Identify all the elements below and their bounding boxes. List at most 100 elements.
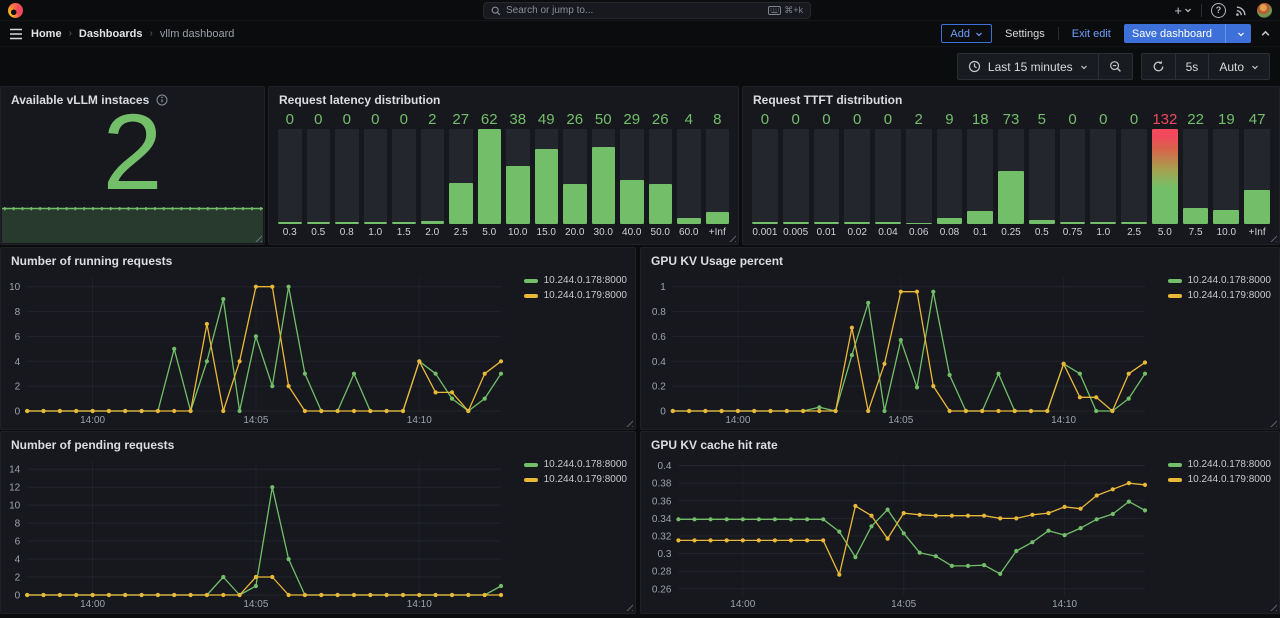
search-bar[interactable]: ⌘+k bbox=[483, 2, 811, 19]
search-input[interactable] bbox=[506, 5, 763, 16]
bar-column[interactable]: 227.5 bbox=[1183, 110, 1209, 239]
line-chart-svg[interactable]: 0246810121414:0014:0514:10 bbox=[5, 454, 507, 610]
bar-column[interactable]: 01.0 bbox=[1090, 110, 1116, 239]
panel-resize-handle[interactable] bbox=[1268, 418, 1277, 427]
bar-value-label: 0 bbox=[307, 110, 331, 129]
legend-item[interactable]: 10.244.0.179:8000 bbox=[1168, 474, 1271, 485]
bar-column[interactable]: 02.5 bbox=[1121, 110, 1147, 239]
panel-title[interactable]: Request latency distribution bbox=[269, 87, 738, 109]
line-chart-svg[interactable]: 0.260.280.30.320.340.360.380.414:0014:05… bbox=[645, 454, 1151, 610]
user-avatar[interactable] bbox=[1257, 3, 1272, 18]
breadcrumb-home[interactable]: Home bbox=[31, 28, 62, 40]
bar-column[interactable]: 00.04 bbox=[875, 110, 901, 239]
grafana-logo-icon[interactable] bbox=[8, 3, 23, 18]
settings-button[interactable]: Settings bbox=[1001, 24, 1049, 43]
bar-column[interactable]: 2650.0 bbox=[649, 110, 673, 239]
legend-item[interactable]: 10.244.0.179:8000 bbox=[524, 290, 627, 301]
svg-text:0.3: 0.3 bbox=[657, 549, 671, 560]
bar-column[interactable]: 00.01 bbox=[814, 110, 840, 239]
exit-edit-button[interactable]: Exit edit bbox=[1068, 24, 1115, 43]
legend-series-label: 10.244.0.178:8000 bbox=[544, 459, 627, 470]
panel-resize-handle[interactable] bbox=[1268, 602, 1277, 611]
interval-value: 5s bbox=[1186, 60, 1199, 74]
bar-column[interactable]: 00.5 bbox=[307, 110, 331, 239]
legend-item[interactable]: 10.244.0.178:8000 bbox=[1168, 275, 1271, 286]
refresh-interval-label[interactable]: 5s bbox=[1175, 54, 1209, 79]
collapse-toolbar-chevron-up-icon[interactable] bbox=[1260, 28, 1271, 39]
bar-column[interactable]: 5030.0 bbox=[592, 110, 616, 239]
legend-series-color-icon bbox=[1168, 463, 1182, 467]
bar-column[interactable]: 180.1 bbox=[967, 110, 993, 239]
bar-track bbox=[677, 129, 701, 224]
bar-column[interactable]: 00.8 bbox=[335, 110, 359, 239]
refresh-button[interactable] bbox=[1142, 54, 1175, 79]
legend-item[interactable]: 10.244.0.178:8000 bbox=[524, 275, 627, 286]
cache-hit-rate-chart[interactable]: 0.260.280.30.320.340.360.380.414:0014:05… bbox=[645, 454, 1151, 610]
save-dashboard-button[interactable]: Save dashboard bbox=[1124, 24, 1251, 43]
bar-column[interactable]: 00.02 bbox=[844, 110, 870, 239]
menu-hamburger-icon[interactable] bbox=[9, 28, 23, 40]
bar-column[interactable]: 00.3 bbox=[278, 110, 302, 239]
panel-resize-handle[interactable] bbox=[624, 418, 633, 427]
legend-series-label: 10.244.0.179:8000 bbox=[544, 290, 627, 301]
time-range-group: Last 15 minutes bbox=[957, 53, 1133, 80]
help-icon[interactable]: ? bbox=[1211, 3, 1226, 18]
panel-title[interactable]: GPU KV Usage percent bbox=[641, 248, 1279, 270]
bar-column[interactable]: 22.0 bbox=[421, 110, 445, 239]
bar-column[interactable]: 50.5 bbox=[1029, 110, 1055, 239]
panel-resize-handle[interactable] bbox=[624, 602, 633, 611]
panel-title[interactable]: GPU KV cache hit rate bbox=[641, 432, 1279, 454]
line-chart-svg[interactable]: 024681014:0014:0514:10 bbox=[5, 270, 507, 426]
bar-column[interactable]: 2620.0 bbox=[563, 110, 587, 239]
panel-title[interactable]: Number of running requests bbox=[1, 248, 635, 270]
bar-column[interactable]: 00.001 bbox=[752, 110, 778, 239]
legend-item[interactable]: 10.244.0.179:8000 bbox=[524, 474, 627, 485]
add-new-button[interactable]: + bbox=[1174, 4, 1192, 17]
bar-bucket-label: 40.0 bbox=[620, 224, 644, 239]
svg-text:8: 8 bbox=[15, 307, 21, 318]
refresh-mode-picker[interactable]: Auto bbox=[1208, 54, 1269, 79]
latency-bar-chart[interactable]: 00.300.500.801.001.522.0272.5625.03810.0… bbox=[278, 110, 729, 239]
bar-column[interactable]: 8+Inf bbox=[706, 110, 730, 239]
bar-column[interactable]: 272.5 bbox=[449, 110, 473, 239]
time-range-picker[interactable]: Last 15 minutes bbox=[958, 54, 1098, 79]
add-button[interactable]: Add bbox=[941, 24, 992, 43]
gpu-kv-usage-chart[interactable]: 00.20.40.60.8114:0014:0514:10 bbox=[645, 270, 1151, 426]
bar-column[interactable]: 625.0 bbox=[478, 110, 502, 239]
bar-bucket-label: 15.0 bbox=[535, 224, 559, 239]
zoom-out-time-button[interactable] bbox=[1098, 54, 1132, 79]
bar-column[interactable]: 01.0 bbox=[364, 110, 388, 239]
legend-item[interactable]: 10.244.0.178:8000 bbox=[1168, 459, 1271, 470]
bar-column[interactable]: 90.08 bbox=[937, 110, 963, 239]
bar-column[interactable]: 4915.0 bbox=[535, 110, 559, 239]
ttft-bar-chart[interactable]: 00.00100.00500.0100.0200.0420.0690.08180… bbox=[752, 110, 1270, 239]
bar-track bbox=[620, 129, 644, 224]
bar-column[interactable]: 730.25 bbox=[998, 110, 1024, 239]
bar-column[interactable]: 20.06 bbox=[906, 110, 932, 239]
svg-text:14:00: 14:00 bbox=[80, 599, 105, 610]
panel-title[interactable]: Number of pending requests bbox=[1, 432, 635, 454]
panel-title[interactable]: Request TTFT distribution bbox=[743, 87, 1279, 109]
bar-column[interactable]: 1325.0 bbox=[1152, 110, 1178, 239]
line-chart-svg[interactable]: 00.20.40.60.8114:0014:0514:10 bbox=[645, 270, 1151, 426]
bar-column[interactable]: 00.75 bbox=[1060, 110, 1086, 239]
bar-column[interactable]: 47+Inf bbox=[1244, 110, 1270, 239]
bar-column[interactable]: 1910.0 bbox=[1213, 110, 1239, 239]
bar-track bbox=[967, 129, 993, 224]
news-rss-icon[interactable] bbox=[1235, 4, 1248, 17]
bar-column[interactable]: 460.0 bbox=[677, 110, 701, 239]
bar-track bbox=[783, 129, 809, 224]
legend-series-label: 10.244.0.179:8000 bbox=[1188, 290, 1271, 301]
legend-item[interactable]: 10.244.0.179:8000 bbox=[1168, 290, 1271, 301]
bar-column[interactable]: 2940.0 bbox=[620, 110, 644, 239]
svg-text:14:05: 14:05 bbox=[891, 599, 916, 610]
bar-column[interactable]: 3810.0 bbox=[506, 110, 530, 239]
bar-column[interactable]: 00.005 bbox=[783, 110, 809, 239]
legend-series-color-icon bbox=[1168, 478, 1182, 482]
running-requests-chart[interactable]: 024681014:0014:0514:10 bbox=[5, 270, 507, 426]
breadcrumb-dashboards[interactable]: Dashboards bbox=[79, 28, 143, 40]
bar-column[interactable]: 01.5 bbox=[392, 110, 416, 239]
pending-requests-chart[interactable]: 0246810121414:0014:0514:10 bbox=[5, 454, 507, 610]
legend-series-color-icon bbox=[524, 294, 538, 298]
legend-item[interactable]: 10.244.0.178:8000 bbox=[524, 459, 627, 470]
